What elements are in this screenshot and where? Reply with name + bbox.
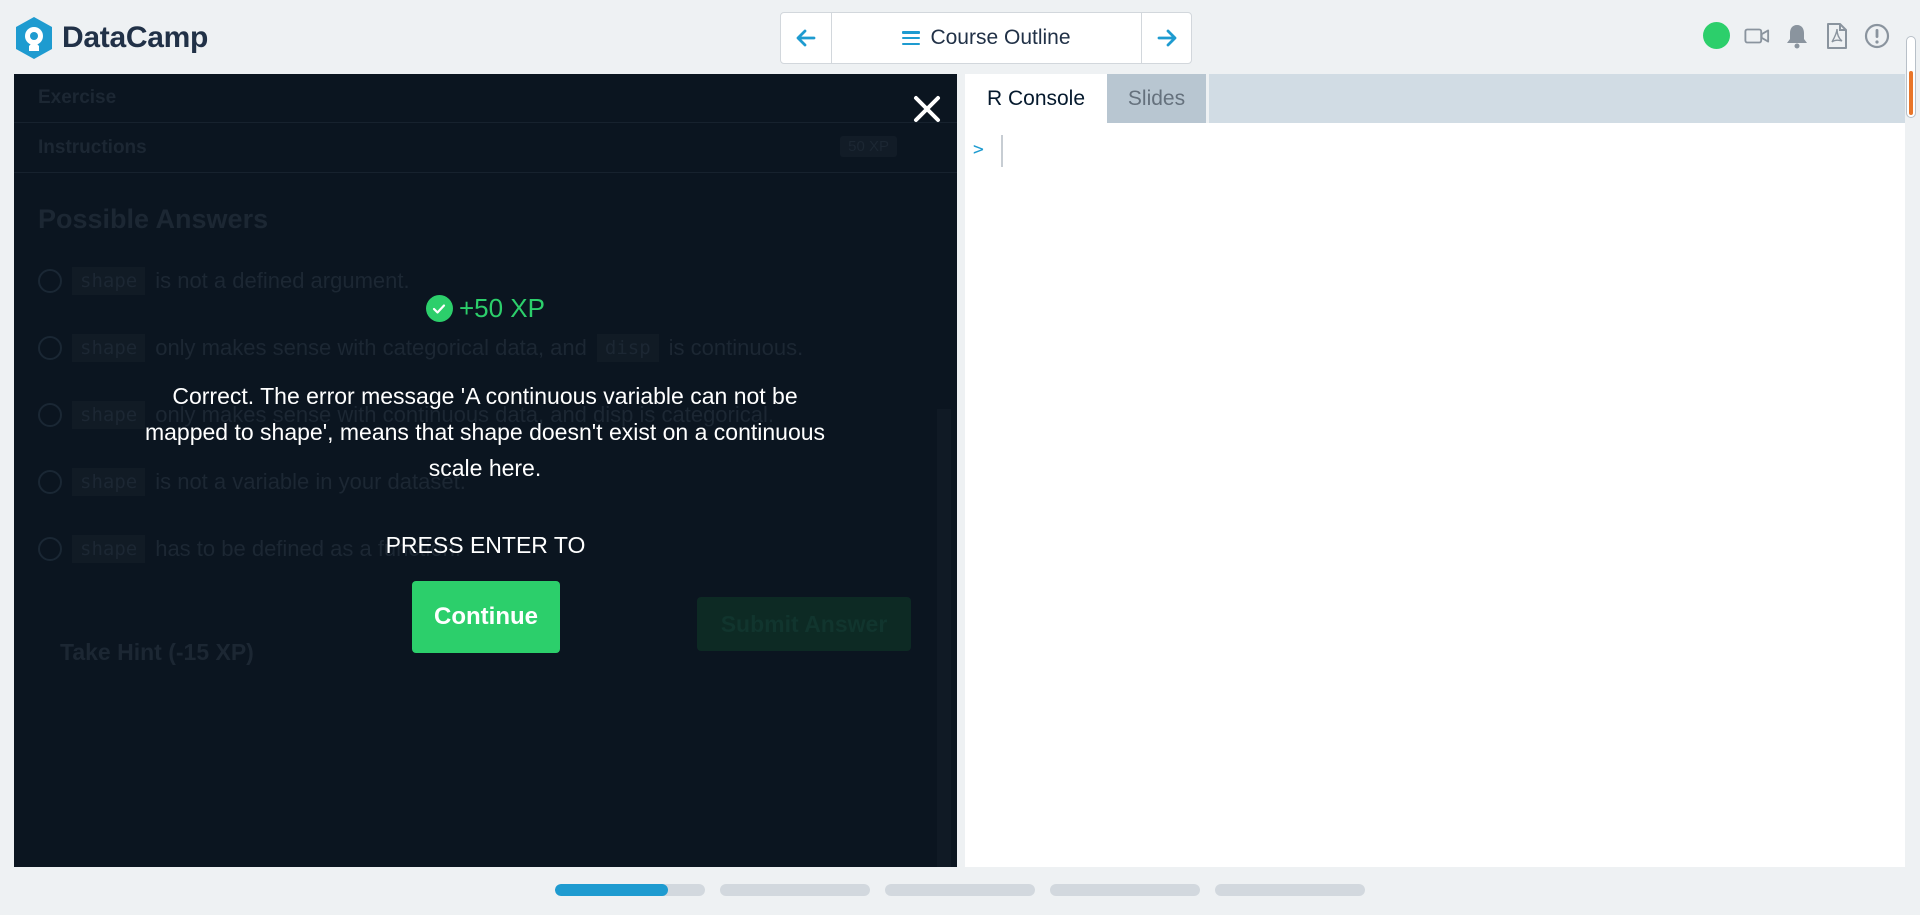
previous-exercise-button[interactable] bbox=[781, 13, 831, 63]
progress-segment[interactable] bbox=[555, 884, 705, 896]
arrow-left-icon bbox=[796, 29, 816, 47]
page-scrollbar[interactable] bbox=[1906, 36, 1916, 118]
console-panel: R Console Slides > bbox=[965, 74, 1905, 867]
feedback-modal: +50 XP Correct. The error message 'A con… bbox=[14, 74, 957, 867]
console-tabs: R Console Slides bbox=[965, 74, 1905, 123]
next-exercise-button[interactable] bbox=[1141, 13, 1191, 63]
alert-circle-icon bbox=[1864, 23, 1890, 48]
pdf-icon bbox=[1827, 22, 1847, 49]
check-circle-icon bbox=[425, 295, 453, 322]
progress-segment[interactable] bbox=[1050, 884, 1200, 896]
console-cursor bbox=[1001, 135, 1003, 167]
r-console[interactable]: > bbox=[965, 123, 1905, 867]
page-scrollbar-thumb[interactable] bbox=[1909, 71, 1913, 115]
progress-segment[interactable] bbox=[720, 884, 870, 896]
console-prompt: > bbox=[973, 139, 984, 160]
datacamp-logo-icon bbox=[16, 17, 52, 59]
exercise-panel: Exercise Instructions 50 XP Possible Ans… bbox=[14, 74, 957, 867]
brand-name: DataCamp bbox=[62, 21, 208, 54]
notifications-button[interactable] bbox=[1784, 23, 1810, 49]
connection-status-indicator bbox=[1703, 22, 1730, 49]
progress-segment[interactable] bbox=[885, 884, 1035, 896]
course-outline-button[interactable]: Course Outline bbox=[831, 13, 1141, 63]
video-button[interactable] bbox=[1744, 23, 1770, 49]
course-progress bbox=[555, 884, 1365, 896]
slides-pdf-button[interactable] bbox=[1824, 22, 1850, 49]
exercise-navigation: Course Outline bbox=[780, 12, 1192, 64]
xp-gained: +50 XP bbox=[14, 293, 957, 324]
close-icon[interactable] bbox=[910, 92, 944, 126]
tab-slides[interactable]: Slides bbox=[1107, 74, 1209, 123]
continue-button[interactable]: Continue bbox=[412, 581, 560, 653]
press-enter-hint: PRESS ENTER TO bbox=[385, 532, 586, 558]
datacamp-logo[interactable]: DataCamp bbox=[14, 16, 208, 60]
feedback-message: Correct. The error message 'A continuous… bbox=[144, 383, 826, 481]
progress-fill bbox=[555, 884, 668, 896]
progress-segment[interactable] bbox=[1215, 884, 1365, 896]
top-header: DataCamp Course Outline bbox=[0, 0, 1920, 118]
tab-r-console[interactable]: R Console bbox=[965, 74, 1107, 123]
bell-icon bbox=[1787, 24, 1807, 48]
menu-icon bbox=[902, 31, 921, 45]
course-outline-label: Course Outline bbox=[930, 26, 1071, 49]
video-camera-icon bbox=[1744, 28, 1770, 43]
arrow-right-icon bbox=[1157, 29, 1176, 47]
report-issue-button[interactable] bbox=[1864, 23, 1890, 49]
xp-gained-text: +50 XP bbox=[458, 293, 545, 323]
header-toolbar bbox=[1703, 22, 1890, 49]
